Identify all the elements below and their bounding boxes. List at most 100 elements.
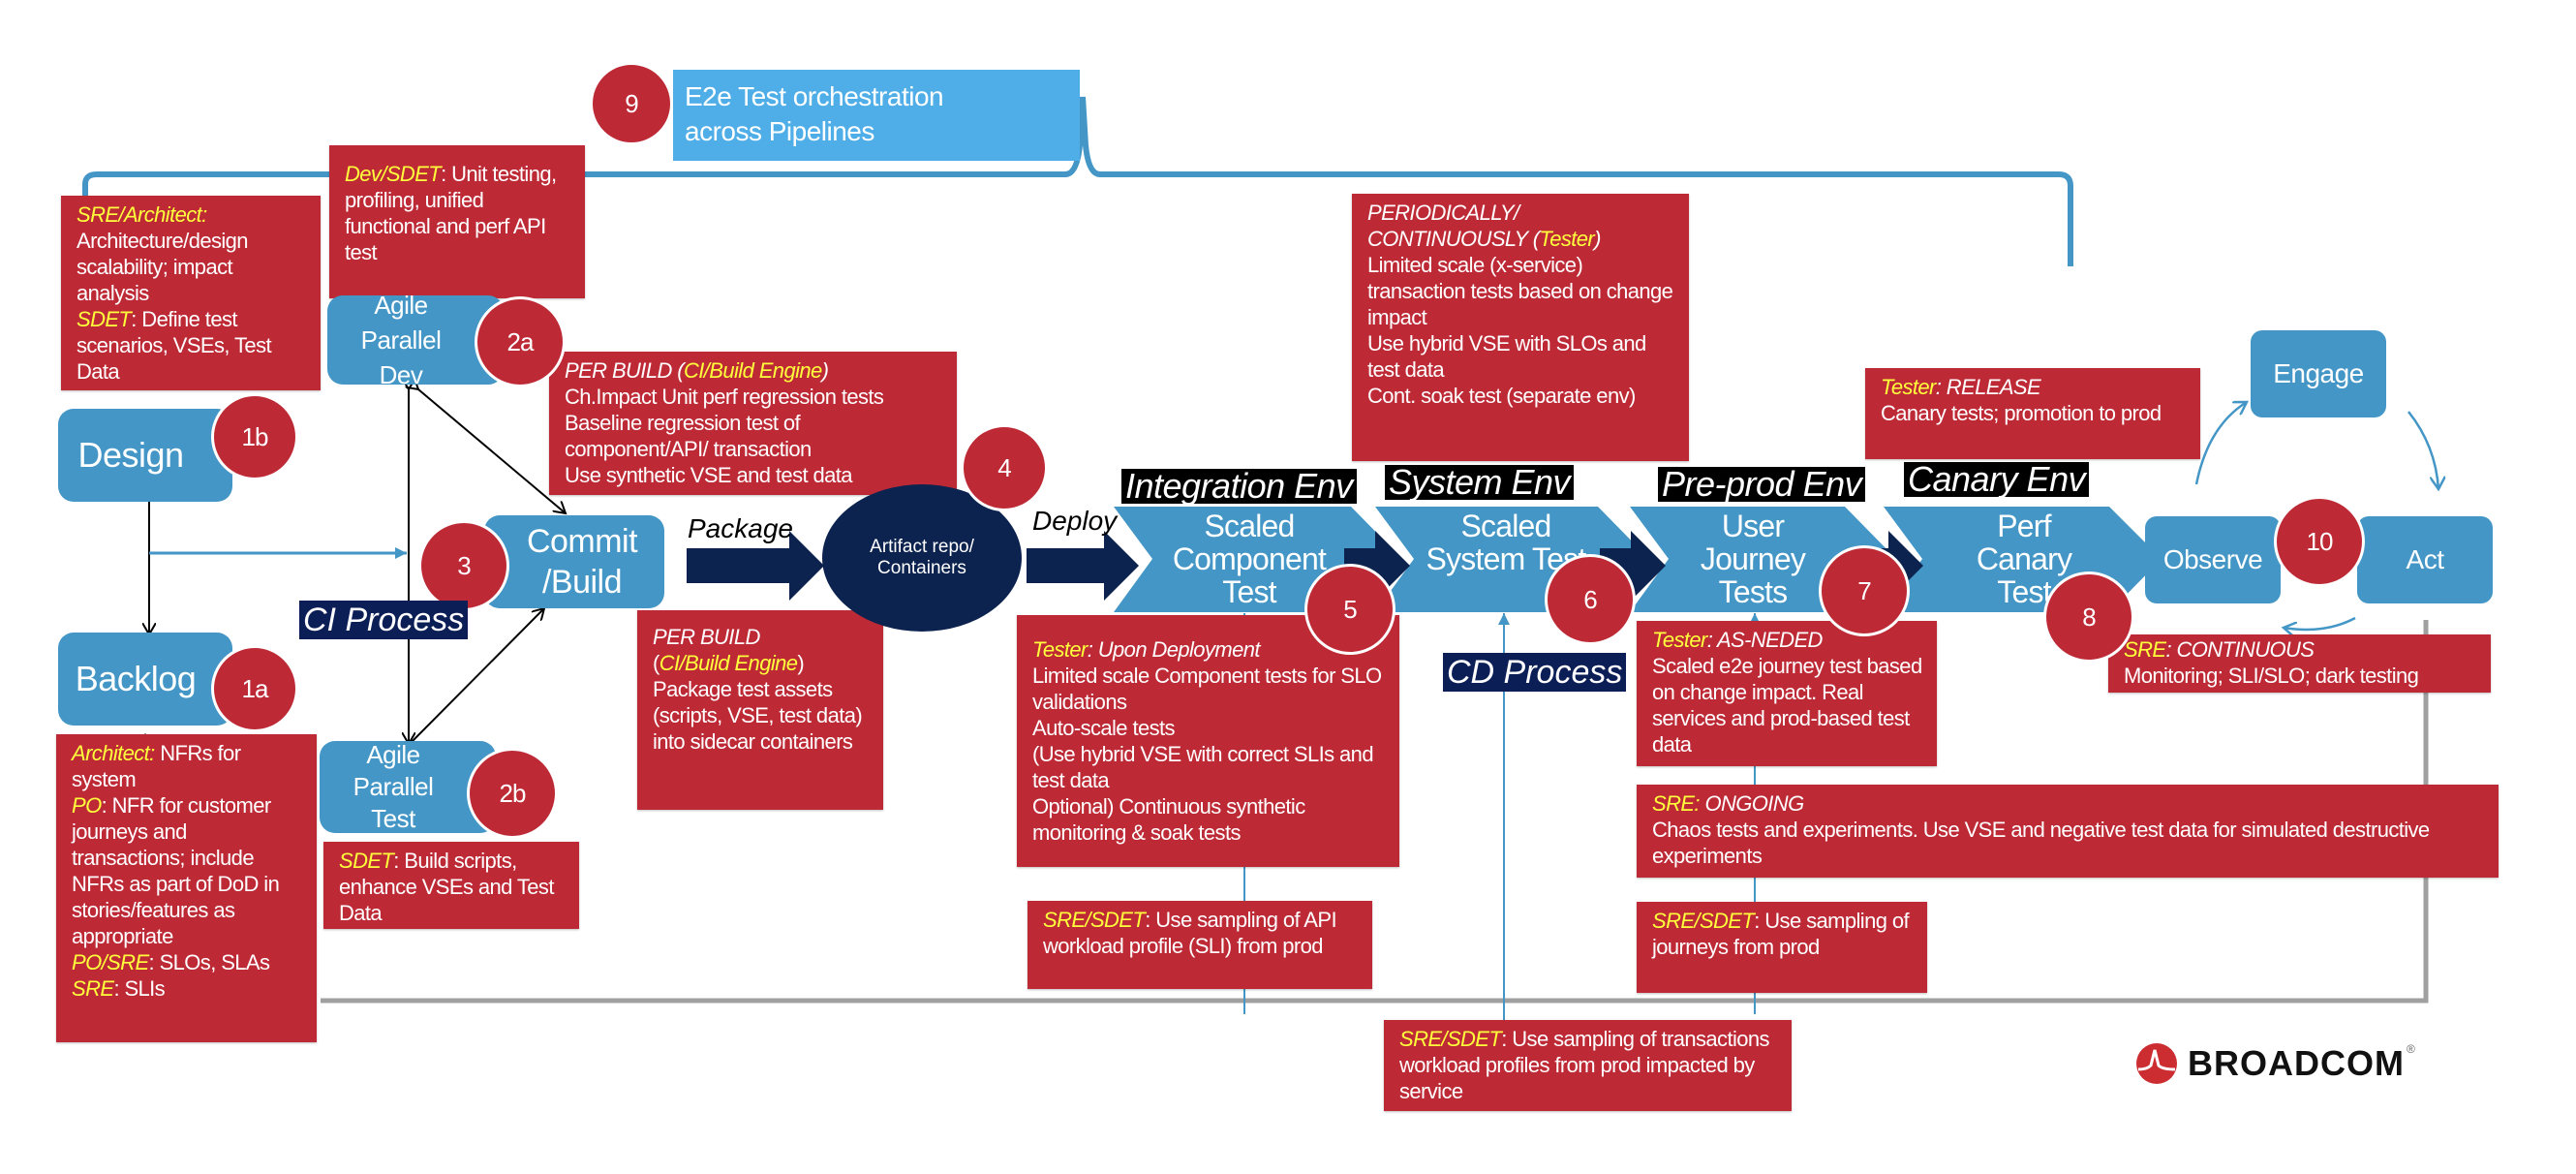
note-text: Ch.Impact Unit perf regression tests (565, 385, 884, 409)
note-line: Optional) Continuous synthetic monitorin… (1032, 793, 1388, 846)
note-text: : SLOs, SLAs (148, 950, 270, 974)
role-label: SRE/SDET (1652, 909, 1755, 933)
step-badge-1b: 1b (211, 393, 298, 480)
engage-label: Engage (2273, 358, 2364, 388)
note-text: Monitoring; SLI/SLO; dark testing (2124, 664, 2419, 688)
note-line: SRE: SLIs (72, 975, 305, 1002)
step-badge-9: 9 (590, 62, 673, 145)
note-text: Limited scale (x-service) transaction te… (1367, 253, 1673, 329)
note-line: PO/SRE: SLOs, SLAs (72, 949, 305, 975)
note-text: ) (1594, 227, 1601, 251)
note-text: Baseline regression test of component/AP… (565, 411, 812, 461)
role-label: Tester (1539, 227, 1595, 251)
note-line: SRE/Architect: (77, 201, 309, 228)
note-line: (Use hybrid VSE with correct SLIs and te… (1032, 741, 1388, 793)
backlog-node: Backlog (58, 633, 232, 726)
note-text: : CONTINUOUS (2165, 637, 2315, 662)
note-text: Package test assets (scripts, VSE, test … (653, 677, 863, 754)
role-label: Tester (1881, 375, 1936, 399)
note-text: : AS-NEDED (1706, 628, 1824, 652)
step-badge-3: 3 (418, 520, 509, 611)
note-tester-release: Tester: RELEASE Canary tests; promotion t… (1865, 368, 2200, 459)
note-line: Chaos tests and experiments. Use VSE and… (1652, 817, 2487, 869)
note-text: : SLIs (113, 976, 166, 1001)
ci-process-label: CI Process (299, 601, 469, 639)
role-label: Dev/SDET (345, 162, 442, 186)
note-line: Architecture/design scalability; impact … (77, 228, 309, 306)
note-text: Canary tests; promotion to prod (1881, 401, 2162, 425)
deploy-label: Deploy (1032, 506, 1118, 536)
step-badge-10: 10 (2274, 496, 2365, 587)
note-line: Limited scale Component tests for SLO va… (1032, 663, 1388, 715)
act-label: Act (2406, 544, 2444, 574)
note-line: SRE/SDET: Use sampling of transactions w… (1399, 1026, 1780, 1104)
observe-label: Observe (2162, 544, 2263, 574)
dev-commit-arrow (418, 389, 566, 513)
note-periodically: PERIODICALLY/ CONTINUOUSLY (Tester) Limit… (1352, 194, 1689, 461)
note-per-build-1: PER BUILD (CI/Build Engine) Ch.Impact Uni… (549, 352, 957, 495)
commit-build-label: Commit /Build (526, 523, 638, 601)
broadcom-logo-text: BROADCOM (2188, 1043, 2405, 1083)
role-label: SRE (72, 976, 114, 1001)
agile-dev-label: Agile Parallel Dev (360, 291, 442, 389)
note-line: SDET: Define test scenarios, VSEs, Test … (77, 306, 309, 385)
stage-label-userjourney: User Journey Tests (1700, 509, 1806, 609)
note-text: Cont. soak test (separate env) (1367, 384, 1636, 408)
note-tester-asneded: Tester: AS-NEDED Scaled e2e journey test … (1637, 621, 1937, 766)
note-sre-ongoing: SRE: ONGOING Chaos tests and experiments.… (1637, 785, 2499, 878)
role-label: SRE/Architect: (77, 202, 207, 227)
note-line: Package test assets (scripts, VSE, test … (653, 676, 872, 755)
note-line: (CI/Build Engine) (653, 650, 872, 676)
role-label: Tester (1652, 628, 1707, 652)
note-line: Limited scale (x-service) transaction te… (1367, 252, 1677, 330)
role-label: Architect: (72, 741, 155, 765)
role-label: PO/SRE (72, 950, 149, 974)
env-label-preprod: Pre-prod Env (1658, 467, 1866, 502)
note-line: Scaled e2e journey test based on change … (1652, 653, 1925, 757)
observe-node: Observe (2145, 516, 2281, 603)
broadcom-logo-mark-icon (2136, 1043, 2177, 1084)
orchestration-label-line1: E2e Test orchestration (685, 81, 944, 111)
note-line: PO: NFR for customer journeys and transa… (72, 792, 305, 949)
note-line: SRE/SDET: Use sampling of API workload p… (1043, 907, 1361, 959)
note-line: Ch.Impact Unit perf regression tests (565, 384, 945, 410)
note-line: SRE: ONGOING (1652, 790, 2487, 817)
note-text: (Use hybrid VSE with correct SLIs and te… (1032, 742, 1374, 792)
role-label: SDET (339, 849, 394, 873)
broadcom-logo: BROADCOM ® (2135, 1042, 2415, 1085)
agile-test-label: Agile Parallel Test (353, 740, 434, 833)
note-text: ( (653, 651, 659, 675)
orchestration-box: E2e Test orchestration across Pipelines (673, 70, 1080, 161)
note-per-build-2: PER BUILD (CI/Build Engine) Package test a… (637, 610, 883, 810)
step-badge-8: 8 (2043, 572, 2134, 663)
observe-engage-arrow (2194, 402, 2247, 485)
note-text: Use hybrid VSE with SLOs and test data (1367, 331, 1646, 382)
note-text: PER BUILD (653, 625, 760, 649)
note-line: Dev/SDET: Unit testing, profiling, unifi… (345, 161, 573, 265)
note-text: : RELEASE (1935, 375, 2041, 399)
note-line: PERIODICALLY/ CONTINUOUSLY (Tester) (1367, 200, 1677, 252)
note-line: Canary tests; promotion to prod (1881, 400, 2189, 426)
role-label: Tester (1032, 637, 1088, 662)
note-text: Use synthetic VSE and test data (565, 463, 853, 487)
role-label: PO (72, 793, 102, 818)
note-architect-po: Architect: NFRs for system PO: NFR for cu… (56, 734, 317, 1042)
note-line: SDET: Build scripts, enhance VSEs and Te… (339, 848, 567, 926)
note-line: Use hybrid VSE with SLOs and test data (1367, 330, 1677, 383)
broadcom-logo-mark: ® (2406, 1042, 2415, 1056)
cd-process-label: CD Process (1443, 653, 1627, 692)
note-text: Scaled e2e journey test based on change … (1652, 654, 1922, 757)
note-line: PER BUILD (CI/Build Engine) (565, 357, 945, 384)
note-text: Chaos tests and experiments. Use VSE and… (1652, 818, 2430, 868)
design-label: Design (77, 435, 184, 475)
step-badge-7: 7 (1819, 545, 1910, 636)
commit-build-node: Commit /Build (484, 515, 664, 608)
step-badge-4: 4 (961, 424, 1048, 511)
artifact-repo-label: Artifact repo/ Containers (870, 537, 974, 578)
step-badge-1a: 1a (211, 645, 298, 732)
env-label-integration: Integration Env (1121, 469, 1357, 504)
note-text: Auto-scale tests (1032, 716, 1176, 740)
role-label: SRE/SDET (1399, 1027, 1502, 1051)
role-label: SRE (2124, 637, 2166, 662)
role-label: SRE: (1652, 791, 1705, 816)
